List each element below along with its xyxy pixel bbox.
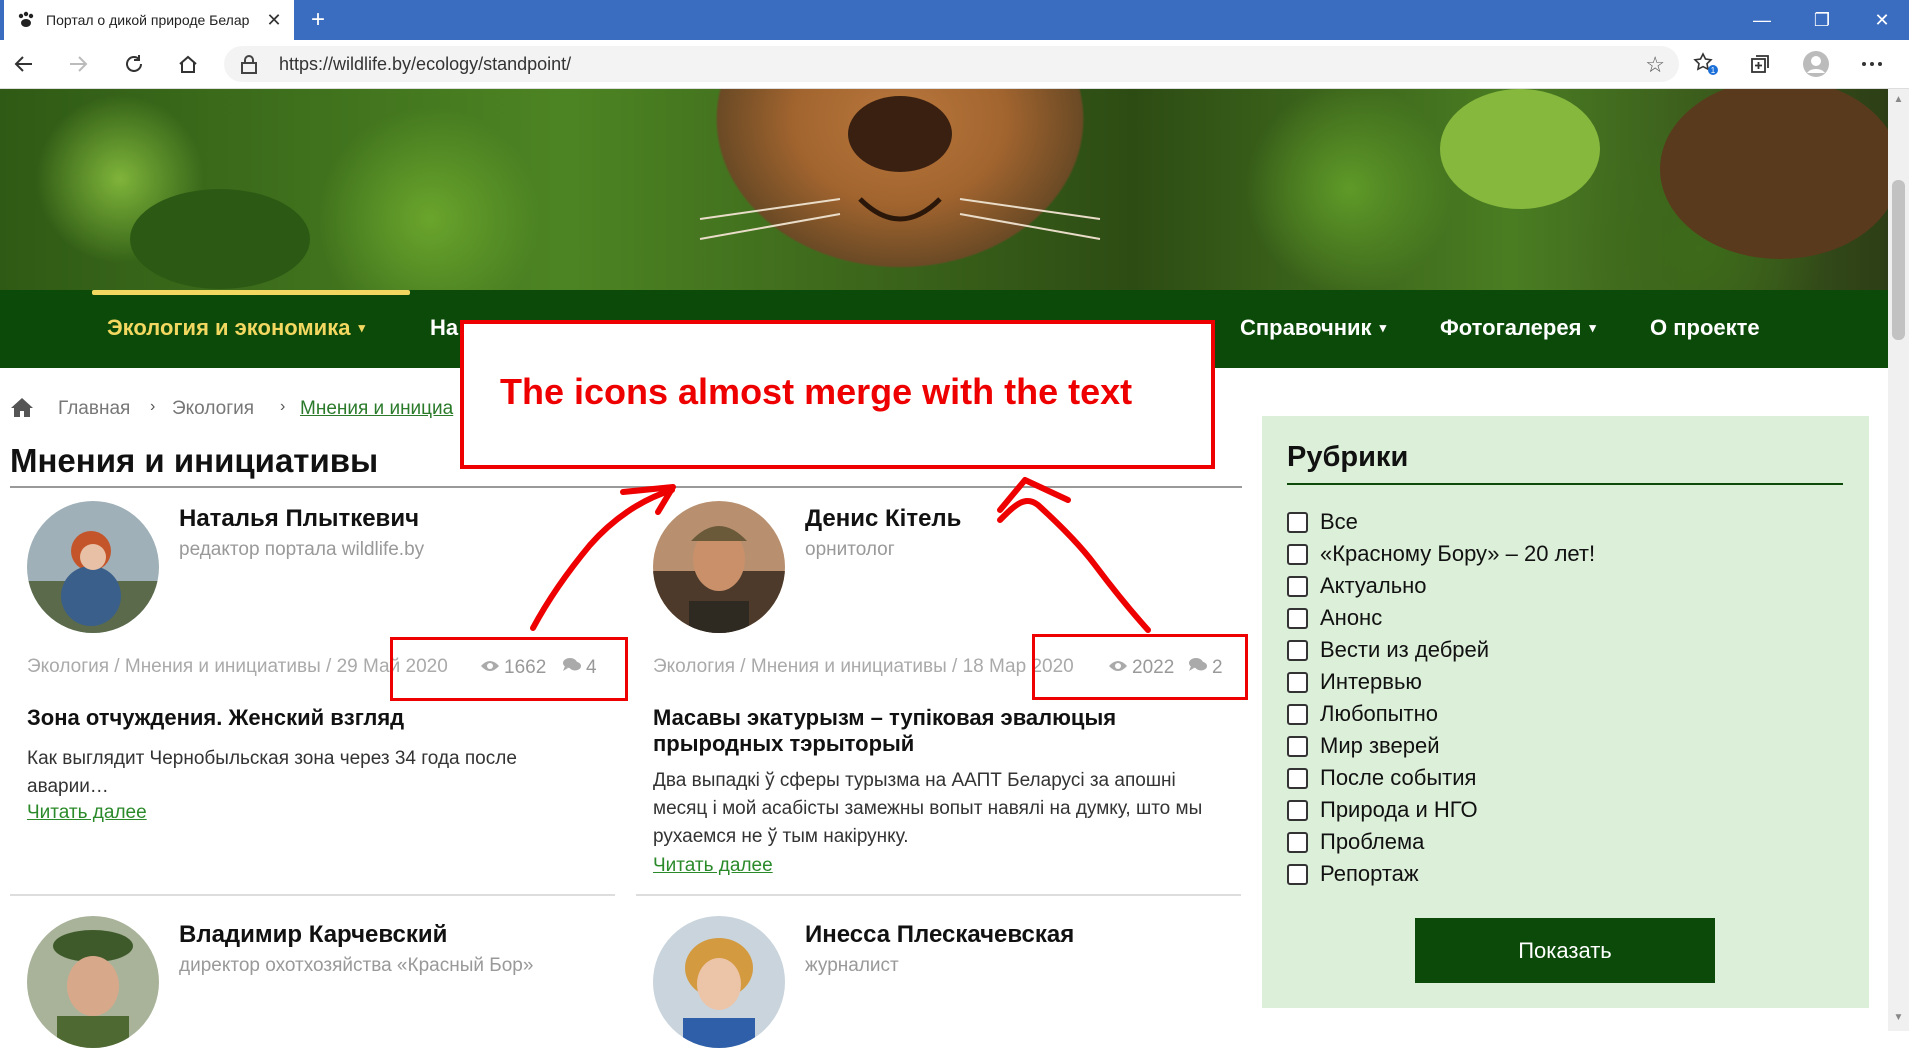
annotation-arrows (530, 477, 1151, 633)
